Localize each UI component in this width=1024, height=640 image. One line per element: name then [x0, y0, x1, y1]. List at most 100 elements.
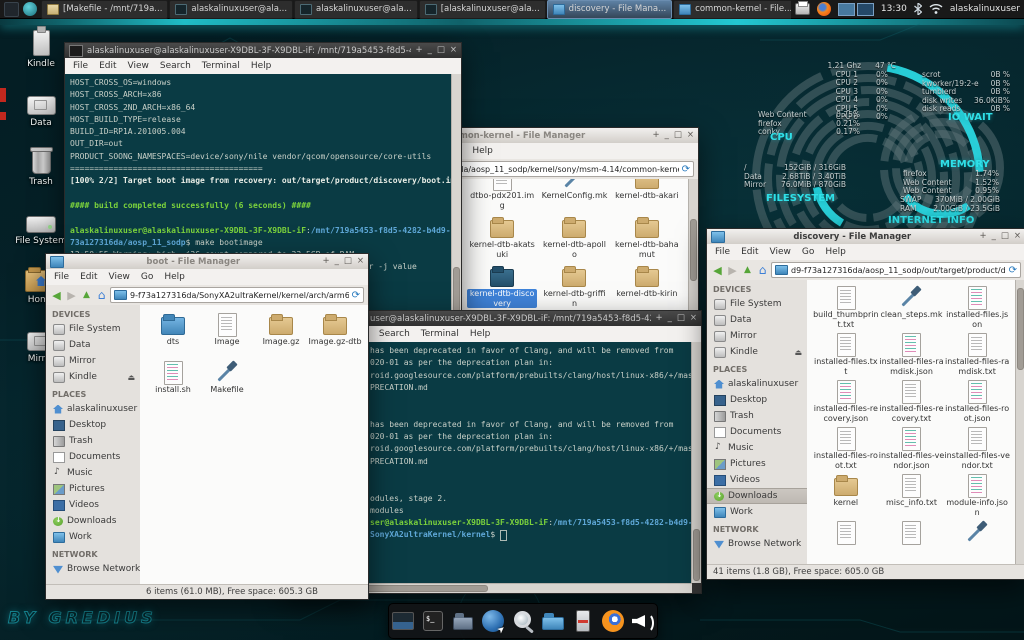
- file-item[interactable]: kernel-dtb-discovery: [466, 265, 538, 308]
- workspace-1[interactable]: [838, 3, 855, 16]
- menu-item[interactable]: View: [128, 61, 149, 71]
- file-item[interactable]: kernel-dtb-bahamut: [611, 216, 683, 259]
- menu-item[interactable]: Help: [470, 329, 491, 339]
- reload-icon[interactable]: ⟳: [352, 290, 360, 301]
- window-button[interactable]: _: [335, 255, 339, 268]
- file-item[interactable]: installed-files-vendor.txt: [944, 427, 1010, 470]
- window-button[interactable]: +: [979, 230, 986, 243]
- titlebar[interactable]: discovery - File Manager +_□×: [707, 229, 1024, 245]
- sidebar-item-place[interactable]: Documents: [46, 449, 140, 465]
- file-item[interactable]: dtbo-pdx201.img: [466, 179, 538, 210]
- sidebar-item-place[interactable]: Downloads: [707, 488, 807, 504]
- dock-launcher-icon[interactable]: [600, 608, 626, 634]
- eject-icon[interactable]: ⏏: [794, 348, 802, 357]
- clock[interactable]: 13:30: [881, 4, 907, 14]
- reload-icon[interactable]: ⟳: [1009, 265, 1017, 276]
- sidebar-item-place[interactable]: Trash: [46, 433, 140, 449]
- up-button[interactable]: ▲: [741, 263, 754, 277]
- menu-item[interactable]: Search: [160, 61, 191, 71]
- file-item[interactable]: kernel-dtb-griffin: [538, 265, 610, 308]
- file-item[interactable]: kernel-dtb-apollo: [538, 216, 610, 259]
- scrollbar-vertical[interactable]: [1015, 280, 1024, 565]
- sidebar-item-place[interactable]: Work: [707, 504, 807, 520]
- menu-item[interactable]: Go: [141, 272, 153, 282]
- file-item[interactable]: kernel-dtb-akari: [611, 179, 683, 210]
- wifi-icon[interactable]: [929, 4, 943, 14]
- dock-launcher-icon[interactable]: [390, 608, 416, 634]
- file-item[interactable]: installed-files.txt: [813, 333, 879, 376]
- sidebar-item-device[interactable]: Kindle⏏: [46, 369, 140, 385]
- window-button[interactable]: _: [665, 129, 669, 142]
- taskbar-button[interactable]: [alaskalinuxuser@ala...: [419, 0, 546, 19]
- desktop-icon[interactable]: File System: [12, 203, 70, 246]
- menu-item[interactable]: View: [109, 272, 130, 282]
- dock-launcher-icon[interactable]: [480, 608, 506, 634]
- scrollbar-thumb[interactable]: [1017, 288, 1024, 370]
- taskbar-button[interactable]: common-kernel - File...: [673, 0, 791, 19]
- sidebar-item-network[interactable]: Browse Network: [707, 536, 807, 552]
- menu-item[interactable]: Help: [164, 272, 185, 282]
- sidebar-item-place[interactable]: Pictures: [46, 481, 140, 497]
- sidebar-item-place[interactable]: Work: [46, 529, 140, 545]
- window-button[interactable]: _: [428, 44, 432, 57]
- forward-button[interactable]: ▶: [726, 263, 739, 277]
- menu-item[interactable]: File: [54, 272, 69, 282]
- window-button[interactable]: □: [344, 255, 352, 268]
- file-item[interactable]: installed-files-ramdisk.json: [879, 333, 945, 376]
- bluetooth-icon[interactable]: [914, 3, 922, 15]
- window-button[interactable]: ×: [450, 44, 457, 57]
- workspace-2[interactable]: [857, 3, 874, 16]
- sidebar-item-device[interactable]: Kindle⏏: [707, 344, 807, 360]
- eject-icon[interactable]: ⏏: [127, 373, 135, 382]
- menu-item[interactable]: View: [770, 247, 791, 257]
- window-button[interactable]: □: [1001, 230, 1009, 243]
- dock-launcher-icon[interactable]: [420, 608, 446, 634]
- up-button[interactable]: ▲: [80, 288, 93, 302]
- file-item[interactable]: [944, 521, 1010, 545]
- dock-launcher-icon[interactable]: [450, 608, 476, 634]
- file-item[interactable]: installed-files.json: [944, 286, 1010, 329]
- sidebar-item-device[interactable]: File System⏏: [707, 296, 807, 312]
- file-item[interactable]: dts: [146, 313, 200, 347]
- back-button[interactable]: ◀: [711, 263, 724, 277]
- sidebar-item-device[interactable]: Data⏏: [707, 312, 807, 328]
- titlebar[interactable]: boot - File Manager +_□×: [46, 254, 368, 270]
- file-item[interactable]: installed-files-ramdisk.txt: [944, 333, 1010, 376]
- path-field[interactable]: 9-f73a127316da/SonyXA2ultraKernel/kernel…: [110, 287, 364, 303]
- logged-in-user[interactable]: alaskalinuxuser: [950, 4, 1020, 14]
- file-item[interactable]: installed-files-root.json: [944, 380, 1010, 423]
- launcher-icon[interactable]: [23, 2, 37, 16]
- path-field[interactable]: d9-f73a127316da/aosp_11_sodp/out/target/…: [771, 262, 1021, 278]
- menu-item[interactable]: Go: [802, 247, 814, 257]
- window-button[interactable]: ×: [357, 255, 364, 268]
- desktop-icon[interactable]: Data: [12, 85, 70, 128]
- file-item[interactable]: module-info.json: [944, 474, 1010, 517]
- applications-menu-icon[interactable]: [4, 2, 19, 17]
- menu-item[interactable]: Help: [251, 61, 272, 71]
- sidebar-item-network[interactable]: Browse Network: [46, 561, 140, 577]
- file-item[interactable]: installed-files-vendor.json: [879, 427, 945, 470]
- file-item[interactable]: kernel-dtb-akatsuki: [466, 216, 538, 259]
- sidebar-item-place[interactable]: Trash: [707, 408, 807, 424]
- menu-item[interactable]: Help: [472, 146, 493, 156]
- firefox-icon[interactable]: [817, 2, 831, 16]
- home-button[interactable]: ⌂: [756, 263, 769, 277]
- file-item[interactable]: install.sh: [146, 361, 200, 395]
- file-item[interactable]: [813, 521, 879, 545]
- file-item[interactable]: clean_steps.mk: [879, 286, 945, 329]
- file-item[interactable]: installed-files-recovery.txt: [879, 380, 945, 423]
- menu-item[interactable]: Edit: [99, 61, 116, 71]
- scrollbar-vertical[interactable]: [691, 342, 701, 583]
- menu-item[interactable]: Terminal: [202, 61, 240, 71]
- home-button[interactable]: ⌂: [95, 288, 108, 302]
- reload-icon[interactable]: ⟳: [682, 164, 690, 175]
- file-item[interactable]: KernelConfig.mk: [538, 179, 610, 210]
- file-item[interactable]: build_thumbprint.txt: [813, 286, 879, 329]
- file-item[interactable]: kernel: [813, 474, 879, 517]
- print-queue-icon[interactable]: [795, 3, 810, 15]
- sidebar-item-place[interactable]: Videos: [46, 497, 140, 513]
- window-button[interactable]: +: [415, 44, 422, 57]
- menu-item[interactable]: Terminal: [421, 329, 459, 339]
- taskbar-button[interactable]: alaskalinuxuser@ala...: [169, 0, 293, 19]
- dock-launcher-icon[interactable]: [570, 608, 596, 634]
